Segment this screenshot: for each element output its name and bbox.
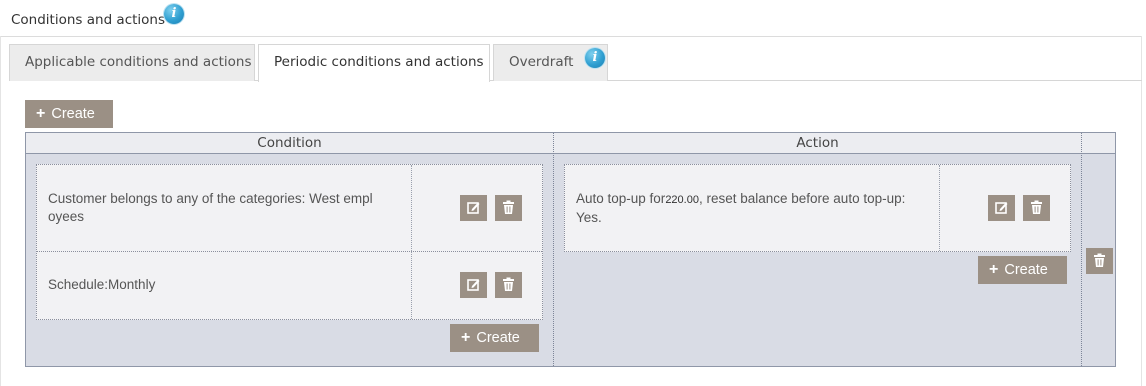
trash-icon	[503, 200, 514, 214]
action-item: Auto top-up for220.00, reset balance bef…	[565, 165, 1070, 252]
grid-header: Condition Action	[26, 133, 1115, 154]
create-condition-button[interactable]: + Create	[450, 324, 539, 352]
edit-icon	[467, 279, 480, 291]
overdraft-info-icon[interactable]: i	[585, 48, 605, 68]
info-icon[interactable]: i	[164, 4, 184, 24]
condition-header: Condition	[257, 135, 322, 151]
edit-icon	[995, 202, 1008, 214]
trash-icon	[1094, 253, 1105, 267]
plus-icon: +	[989, 261, 999, 278]
create-button[interactable]: + Create	[25, 100, 113, 128]
tab-applicable[interactable]: Applicable conditions and actions	[9, 44, 255, 81]
condition-item: Customer belongs to any of the categorie…	[37, 165, 542, 252]
action-header: Action	[796, 135, 839, 151]
action-list: Auto top-up for220.00, reset balance bef…	[564, 164, 1071, 252]
condition-text: Schedule:Monthly	[48, 277, 156, 292]
trash-icon	[503, 277, 514, 291]
create-action-button[interactable]: + Create	[978, 256, 1067, 284]
panel-border-right	[1141, 36, 1142, 386]
create-button-label: Create	[476, 330, 520, 346]
panel-border-left	[0, 36, 1, 386]
plus-icon: +	[36, 105, 46, 122]
action-text: Auto top-up for220.00, reset balance bef…	[576, 191, 906, 206]
delete-rule-button[interactable]	[1086, 248, 1113, 274]
delete-button[interactable]	[495, 272, 522, 298]
condition-text: Customer belongs to any of the categorie…	[48, 191, 373, 206]
panel-title: Conditions and actions	[11, 12, 166, 28]
edit-button[interactable]	[988, 195, 1015, 221]
condition-item: Schedule:Monthly	[37, 252, 542, 321]
plus-icon: +	[461, 329, 471, 346]
tab-overdraft-label: Overdraft	[509, 54, 574, 70]
column-divider	[1081, 133, 1082, 366]
condition-list: Customer belongs to any of the categorie…	[36, 164, 543, 320]
condition-text-cont: oyees	[48, 209, 85, 224]
column-divider	[553, 133, 554, 366]
title-divider	[0, 36, 1142, 37]
create-button-label: Create	[51, 106, 95, 122]
edit-icon	[467, 202, 480, 214]
edit-button[interactable]	[460, 195, 487, 221]
trash-icon	[1031, 200, 1042, 214]
action-amount: 220.00	[665, 194, 699, 206]
edit-button[interactable]	[460, 272, 487, 298]
delete-button[interactable]	[495, 195, 522, 221]
rules-grid: Condition Action Customer belongs to any…	[25, 132, 1116, 367]
delete-button[interactable]	[1023, 195, 1050, 221]
create-button-label: Create	[1004, 262, 1048, 278]
action-text-cont: Yes.	[576, 210, 602, 225]
tab-periodic[interactable]: Periodic conditions and actions	[258, 44, 490, 82]
